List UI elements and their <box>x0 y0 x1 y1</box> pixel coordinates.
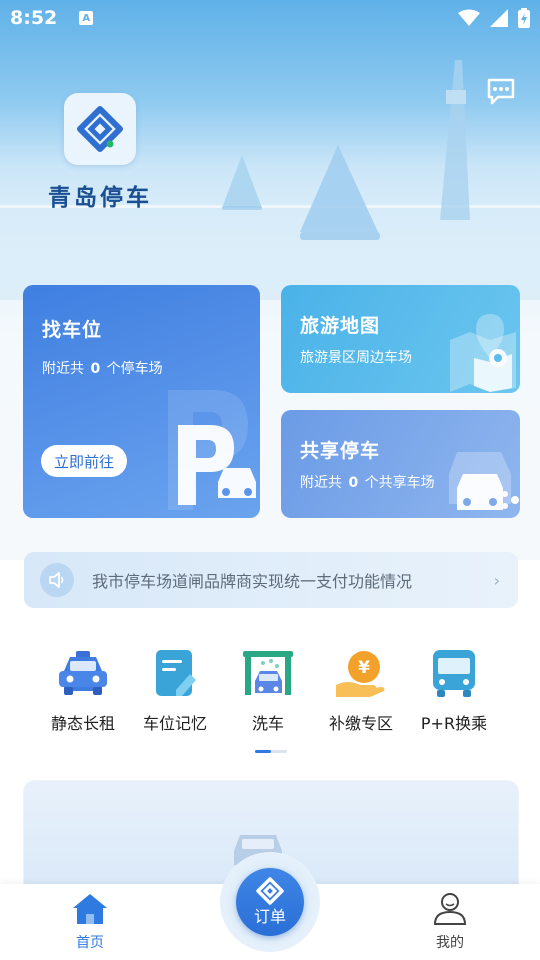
bus-icon <box>426 646 482 702</box>
map-pin-icon <box>450 314 516 392</box>
service-label: 车位记忆 <box>142 714 207 733</box>
status-time: 8:52 <box>10 7 58 29</box>
page-indicator-active <box>255 750 271 753</box>
notice-text: 我市停车场道闸品牌商实现统一支付功能情况 <box>92 572 413 591</box>
find-parking-title: 找车位 <box>42 319 103 341</box>
service-grid: 静态长租 车位记忆 洗车 ¥ 补缴专区 P+R换乘 <box>0 640 540 750</box>
chevron-right-icon: › <box>493 570 500 590</box>
logo-icon <box>77 106 123 152</box>
order-button[interactable]: 订单 <box>236 868 304 936</box>
battery-icon <box>518 8 530 28</box>
tab-mine-label: 我的 <box>436 935 464 951</box>
find-parking-card[interactable]: 找车位 附近共 0 个停车场 立即前往 <box>23 285 260 518</box>
order-label: 订单 <box>253 907 286 926</box>
note-edit-icon <box>147 646 203 702</box>
shared-parking-subtitle: 附近共 0 个共享车场 <box>300 475 435 491</box>
service-car-wash[interactable]: 洗车 <box>218 640 318 734</box>
service-label: 静态长租 <box>50 714 115 733</box>
signal-icon <box>490 9 508 27</box>
user-icon <box>433 893 467 925</box>
tourism-map-subtitle: 旅游景区周边车场 <box>300 350 412 366</box>
shared-car-icon <box>449 452 519 510</box>
shared-parking-title: 共享停车 <box>300 440 381 462</box>
order-logo-icon <box>256 877 284 905</box>
page-indicator <box>255 750 287 753</box>
message-icon[interactable] <box>486 76 516 106</box>
shared-parking-card[interactable]: 共享停车 附近共 0 个共享车场 <box>281 410 520 518</box>
service-spot-memory[interactable]: 车位记忆 <box>125 640 225 734</box>
speaker-icon <box>40 563 74 597</box>
app-title: 青岛停车 <box>48 185 152 211</box>
service-label: P+R换乘 <box>420 714 488 733</box>
parking-p-icon <box>168 390 256 510</box>
tab-mine[interactable]: 我的 <box>410 892 490 952</box>
svg-text:¥: ¥ <box>358 658 370 678</box>
tourism-map-title: 旅游地图 <box>300 315 381 337</box>
service-long-rent[interactable]: 静态长租 <box>33 640 133 734</box>
app-logo <box>64 93 136 165</box>
status-bar: 8:52 A <box>0 0 540 36</box>
car-wash-icon <box>240 646 296 702</box>
service-label: 洗车 <box>251 714 284 733</box>
find-parking-subtitle: 附近共 0 个停车场 <box>42 361 163 377</box>
tab-home[interactable]: 首页 <box>50 892 130 952</box>
tourism-map-card[interactable]: 旅游地图 旅游景区周边车场 <box>281 285 520 393</box>
yuan-hand-icon: ¥ <box>333 646 389 702</box>
service-park-and-ride[interactable]: P+R换乘 <box>404 640 504 734</box>
home-icon <box>73 894 107 924</box>
notification-icon: A <box>79 11 94 25</box>
service-back-payment[interactable]: ¥ 补缴专区 <box>311 640 411 734</box>
wifi-icon <box>458 9 480 26</box>
go-now-button[interactable]: 立即前往 <box>41 445 127 477</box>
taxi-icon <box>55 646 111 702</box>
order-button-halo: 订单 <box>220 852 320 952</box>
tab-home-label: 首页 <box>76 935 104 951</box>
notice-bar[interactable]: 我市停车场道闸品牌商实现统一支付功能情况 › <box>24 552 518 608</box>
service-label: 补缴专区 <box>328 714 393 733</box>
